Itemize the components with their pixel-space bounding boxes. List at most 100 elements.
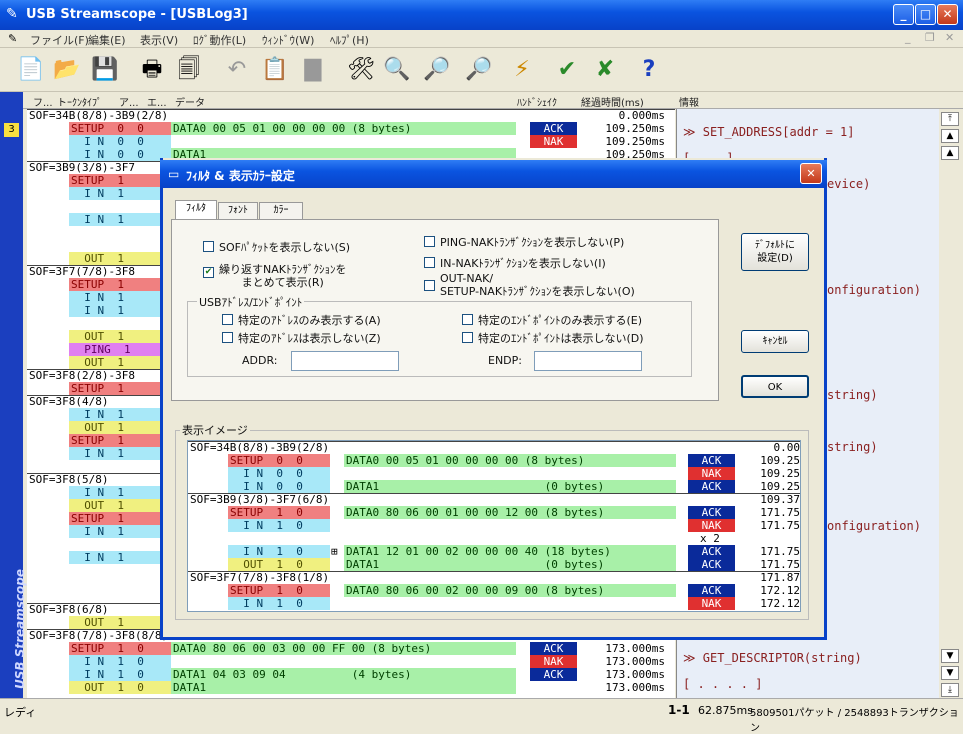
filter-settings-icon[interactable]: 🛠	[344, 53, 378, 87]
sof-row: SOF=3B9(3/8)-3F7	[29, 161, 135, 174]
mdi-close-icon[interactable]: ✕	[945, 31, 954, 44]
status-elapsed: 62.875ms	[698, 704, 753, 717]
out-nak-label: OUT-NAK/ SETUP-NAKﾄﾗﾝｻﾞｸｼｮﾝを表示しない(O)	[440, 272, 635, 298]
save-icon[interactable]: 💾	[88, 53, 122, 87]
new-file-icon[interactable]: 📄	[14, 53, 48, 87]
open-folder-icon[interactable]: 📂	[50, 53, 84, 87]
find-prev-icon[interactable]: 🔎	[462, 53, 496, 87]
scroll-up-icon[interactable]: ▲	[941, 146, 959, 160]
print-icon[interactable]: 🖶	[135, 53, 169, 87]
col-endp[interactable]: エ...	[147, 94, 167, 109]
col-frame[interactable]: フ...	[33, 94, 53, 109]
scroll-page-down-icon[interactable]: ▼	[941, 666, 959, 680]
menu-window[interactable]: ｳｨﾝﾄﾞｳ(W)	[262, 32, 314, 48]
preview-token-cell: SETUP 0 0	[228, 454, 330, 467]
preview-sof-row: SOF=3B9(3/8)-3F7(6/8)	[190, 493, 330, 506]
data-cell: DATA0 80 06 00 03 00 00 FF 00 (8 bytes)	[171, 642, 516, 655]
in-nak-label: IN-NAKﾄﾗﾝｻﾞｸｼｮﾝを表示しない(I)	[440, 257, 606, 270]
preview-expand-icon[interactable]: ⊞	[329, 545, 341, 558]
col-data[interactable]: データ	[175, 94, 205, 109]
handshake-cell: ACK	[530, 122, 577, 135]
menu-help[interactable]: ﾍﾙﾌﾟ(H)	[330, 32, 369, 48]
ping-nak-checkbox[interactable]	[424, 236, 435, 247]
out-nak-checkbox[interactable]	[424, 280, 435, 291]
help-icon[interactable]: ?	[632, 53, 666, 87]
preview-token-cell: I N 1 0	[228, 545, 330, 558]
tab-font[interactable]: ﾌｫﾝﾄ	[218, 202, 258, 220]
find-icon[interactable]: 🔍	[380, 53, 414, 87]
ok-button[interactable]: OK	[741, 375, 809, 398]
token-cell: SETUP 1	[69, 512, 171, 525]
dialog-close-button[interactable]: ✕	[800, 163, 822, 184]
preview-title: 表示イメージ	[180, 422, 250, 438]
data-cell: DATA0 00 05 01 00 00 00 00 (8 bytes)	[171, 122, 516, 135]
addr-only-checkbox[interactable]	[222, 314, 233, 325]
addr-input[interactable]	[291, 351, 399, 371]
scroll-page-up-icon[interactable]: ▲	[941, 129, 959, 143]
token-cell: SETUP 1	[69, 434, 171, 447]
window-title: USB Streamscope - [USBLog3]	[26, 7, 248, 22]
token-cell: I N 0 0	[69, 135, 171, 148]
col-handshake[interactable]: ﾊﾝﾄﾞｼｪｲｸ	[517, 94, 557, 109]
preview-handshake-cell: ACK	[688, 545, 735, 558]
scroll-bottom-icon[interactable]: ⤓	[941, 683, 959, 697]
menu-view[interactable]: 表示(V)	[140, 32, 178, 48]
token-cell: SETUP 1	[69, 278, 171, 291]
token-cell: I N 1 0	[69, 668, 171, 681]
token-cell: I N 1	[69, 187, 171, 200]
default-button[interactable]: ﾃﾞﾌｫﾙﾄに 設定(D)	[741, 233, 809, 271]
ep-hide-checkbox[interactable]	[462, 332, 473, 343]
token-cell: I N 1	[69, 304, 171, 317]
ep-only-label: 特定のｴﾝﾄﾞﾎﾟｲﾝﾄのみ表示する(E)	[478, 314, 643, 327]
token-cell: OUT 1	[69, 421, 171, 434]
scroll-down-icon[interactable]: ▼	[941, 649, 959, 663]
preview-handshake-cell: ACK	[688, 558, 735, 571]
sof-hide-checkbox[interactable]	[203, 241, 214, 252]
in-nak-checkbox[interactable]	[424, 257, 435, 268]
ep-only-checkbox[interactable]	[462, 314, 473, 325]
find-next-icon[interactable]: 🔎	[420, 53, 454, 87]
preview-sof-row: SOF=34B(8/8)-3B9(2/8)	[190, 441, 330, 454]
start-log-icon[interactable]: ✔	[550, 53, 584, 87]
cancel-button[interactable]: ｷｬﾝｾﾙ	[741, 330, 809, 353]
preview-sof-divider	[188, 441, 800, 442]
token-cell: I N 1	[69, 447, 171, 460]
col-elapsed[interactable]: 経過時間(ms)	[581, 94, 644, 109]
token-cell: I N 1	[69, 486, 171, 499]
stop-log-icon[interactable]: ✘	[588, 53, 622, 87]
handshake-cell: ACK	[530, 668, 577, 681]
endp-input[interactable]	[534, 351, 642, 371]
tab-filter[interactable]: ﾌｨﾙﾀ	[175, 200, 217, 221]
menu-bar: ✎ ファイル(F) 編集(E) 表示(V) ﾛｸﾞ動作(L) ｳｨﾝﾄﾞｳ(W)…	[0, 30, 963, 48]
jump-icon[interactable]: ⚡	[505, 53, 539, 87]
mdi-restore-icon[interactable]: ❐	[925, 31, 935, 44]
print-preview-icon[interactable]: 🗐	[172, 53, 206, 87]
paste-icon[interactable]: ▇	[296, 53, 330, 87]
maximize-button[interactable]: □	[915, 4, 936, 25]
close-button[interactable]: ✕	[937, 4, 958, 25]
undo-icon[interactable]: ↶	[220, 53, 254, 87]
mdi-minimize-icon[interactable]: _	[905, 31, 911, 44]
marker-badge[interactable]: 3	[4, 123, 19, 137]
scroll-top-icon[interactable]: ⤒	[941, 112, 959, 126]
preview-handshake-cell: ACK	[688, 584, 735, 597]
preview-elapsed-cell: 0.00	[773, 441, 801, 454]
col-token[interactable]: トｰｸﾝﾀｲﾌﾟ	[57, 94, 102, 109]
preview-handshake-cell: ACK	[688, 480, 735, 493]
copy-icon[interactable]: 📋	[258, 53, 292, 87]
preview-handshake-cell: NAK	[688, 597, 735, 610]
menu-file[interactable]: ファイル(F)	[30, 32, 89, 48]
minimize-button[interactable]: _	[893, 4, 914, 25]
menu-log[interactable]: ﾛｸﾞ動作(L)	[193, 32, 246, 48]
addr-label: ADDR:	[242, 354, 278, 367]
col-info[interactable]: 情報	[679, 94, 699, 109]
col-addr[interactable]: ア...	[119, 94, 139, 109]
nak-group-checkbox[interactable]: ✔	[203, 267, 214, 278]
tab-color[interactable]: ｶﾗｰ	[259, 202, 303, 220]
handshake-cell: NAK	[530, 655, 577, 668]
addr-hide-checkbox[interactable]	[222, 332, 233, 343]
vertical-scrollbar[interactable]: ⤒ ▲ ▲ ▼ ▼ ⤓	[939, 109, 963, 698]
token-cell: I N 0 0	[69, 148, 171, 161]
info-line: onfiguration)	[827, 283, 921, 297]
menu-edit[interactable]: 編集(E)	[88, 32, 126, 48]
